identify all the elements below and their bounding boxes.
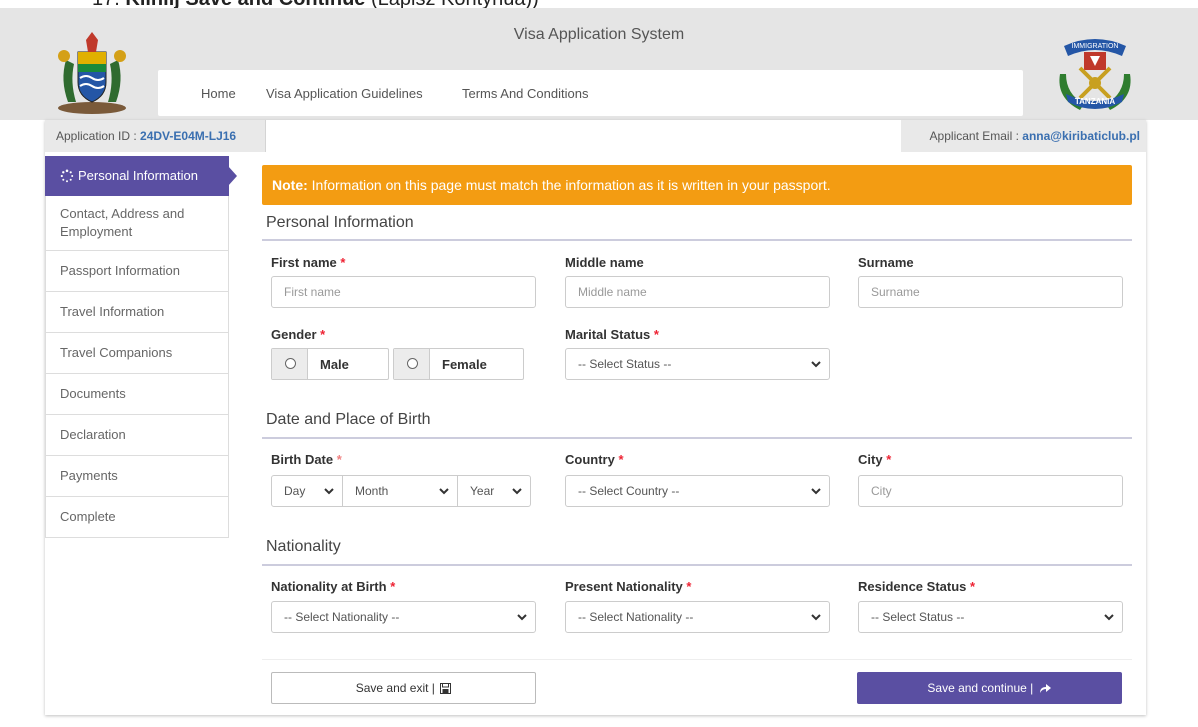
application-info-bar: Application ID : 24DV-E04M-LJ16 Applican… <box>45 120 1146 152</box>
first-name-input[interactable]: First name <box>271 276 536 308</box>
section-title-nationality: Nationality <box>266 538 341 555</box>
birth-year-select[interactable]: Year <box>457 475 531 507</box>
section-divider <box>262 437 1132 439</box>
sidebar-item-payments[interactable]: Payments <box>45 456 229 497</box>
city-input[interactable]: City <box>858 475 1123 507</box>
residence-status-label: Residence Status * <box>858 579 976 594</box>
section-divider <box>262 239 1132 241</box>
spinner-icon <box>60 169 74 183</box>
surname-input[interactable]: Surname <box>858 276 1123 308</box>
chevron-down-icon <box>811 361 821 368</box>
gender-male-label: Male <box>320 357 349 372</box>
emblem-top-text: IMMIGRATION <box>1072 43 1119 50</box>
sidebar-item-label: Documents <box>60 386 126 401</box>
application-id-box: Application ID : 24DV-E04M-LJ16 <box>45 120 266 152</box>
country-label: Country * <box>565 452 624 467</box>
sidebar-item-label: Complete <box>60 509 116 524</box>
sidebar-item-label: Travel Companions <box>60 345 173 360</box>
chevron-down-icon <box>512 488 522 495</box>
middle-name-input[interactable]: Middle name <box>565 276 830 308</box>
gender-male-option[interactable]: Male <box>271 348 389 380</box>
sidebar-item-personal-information[interactable]: Personal Information <box>45 156 237 196</box>
share-arrow-icon <box>1039 684 1051 694</box>
nationality-at-birth-label: Nationality at Birth * <box>271 579 396 594</box>
section-title-personal: Personal Information <box>266 214 414 231</box>
document-caption: 17. Kiinilj Save and Continue (Lapisz Ko… <box>92 0 539 10</box>
nav-terms[interactable]: Terms And Conditions <box>462 86 588 101</box>
sidebar-item-label: Payments <box>60 468 118 483</box>
chevron-down-icon <box>324 488 334 495</box>
surname-label: Surname <box>858 255 914 270</box>
marital-status-select[interactable]: -- Select Status -- <box>565 348 830 380</box>
chevron-down-icon <box>811 614 821 621</box>
sidebar-item-label: Passport Information <box>60 263 180 278</box>
application-id-label: Application ID : <box>56 129 141 143</box>
chevron-down-icon <box>811 488 821 495</box>
birth-date-label: Birth Date * <box>271 452 342 467</box>
radio-button-icon[interactable] <box>285 358 296 369</box>
first-name-label: First name * <box>271 255 346 270</box>
steps-sidebar: Personal Information Contact, Address an… <box>45 156 237 538</box>
sidebar-item-label: Travel Information <box>60 304 165 319</box>
gender-female-label: Female <box>442 357 487 372</box>
sidebar-item-travel-information[interactable]: Travel Information <box>45 292 229 333</box>
buttons-divider <box>262 659 1132 660</box>
sidebar-item-label: Personal Information <box>78 168 198 183</box>
present-nationality-label: Present Nationality * <box>565 579 692 594</box>
immigration-emblem-logo: IMMIGRATION TANZANIA <box>1059 39 1131 110</box>
note-text: Information on this page must match the … <box>307 177 831 193</box>
marital-status-label: Marital Status * <box>565 327 659 342</box>
chevron-down-icon <box>1104 614 1114 621</box>
city-label: City * <box>858 452 892 467</box>
applicant-email-value: anna@kiribaticlub.pl <box>1022 129 1140 143</box>
sidebar-item-passport-information[interactable]: Passport Information <box>45 251 229 292</box>
sidebar-item-label: Contact, Address and Employment <box>60 206 185 239</box>
middle-name-label: Middle name <box>565 255 644 270</box>
section-divider <box>262 564 1132 566</box>
country-select[interactable]: -- Select Country -- <box>565 475 830 507</box>
applicant-email-label: Applicant Email : <box>929 129 1023 143</box>
emblem-bottom-text: TANZANIA <box>1075 97 1116 106</box>
floppy-disk-icon <box>440 683 452 695</box>
note-prefix: Note: <box>272 177 308 193</box>
radio-button-icon[interactable] <box>407 358 418 369</box>
section-title-birth: Date and Place of Birth <box>266 411 431 428</box>
save-and-exit-button[interactable]: Save and exit | <box>271 672 536 704</box>
sidebar-item-complete[interactable]: Complete <box>45 497 229 538</box>
gender-label: Gender * <box>271 327 326 342</box>
residence-status-select[interactable]: -- Select Status -- <box>858 601 1123 633</box>
save-and-continue-button[interactable]: Save and continue | <box>857 672 1122 704</box>
sidebar-item-documents[interactable]: Documents <box>45 374 229 415</box>
sidebar-item-declaration[interactable]: Declaration <box>45 415 229 456</box>
birth-day-select[interactable]: Day <box>271 475 343 507</box>
gender-female-option[interactable]: Female <box>393 348 524 380</box>
site-header: Visa Application System Home Visa Applic… <box>0 8 1198 120</box>
nav-visa-guidelines[interactable]: Visa Application Guidelines <box>266 86 423 101</box>
nationality-at-birth-select[interactable]: -- Select Nationality -- <box>271 601 536 633</box>
passport-note-banner: Note: Information on this page must matc… <box>262 165 1132 205</box>
chevron-down-icon <box>517 614 527 621</box>
present-nationality-select[interactable]: -- Select Nationality -- <box>565 601 830 633</box>
sidebar-item-contact-address-employment[interactable]: Contact, Address and Employment <box>45 196 229 251</box>
birth-month-select[interactable]: Month <box>342 475 458 507</box>
nav-home[interactable]: Home <box>201 86 236 101</box>
chevron-down-icon <box>439 488 449 495</box>
application-panel: Application ID : 24DV-E04M-LJ16 Applican… <box>45 120 1146 715</box>
application-id-value: 24DV-E04M-LJ16 <box>140 129 237 143</box>
applicant-email-box: Applicant Email : anna@kiribaticlub.pl <box>901 120 1146 152</box>
sidebar-item-label: Declaration <box>60 427 126 442</box>
site-title: Visa Application System <box>513 26 685 43</box>
main-nav: Home Visa Application Guidelines Terms A… <box>158 70 1023 116</box>
sidebar-item-travel-companions[interactable]: Travel Companions <box>45 333 229 374</box>
